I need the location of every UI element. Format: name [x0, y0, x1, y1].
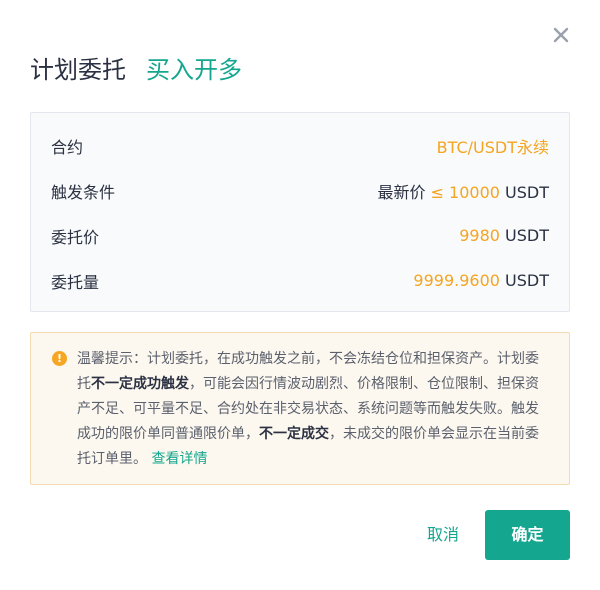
warning-icon: ! [52, 351, 67, 366]
detail-label: 合约 [51, 137, 84, 157]
detail-value: 最新价 ≤ 10000 USDT [377, 179, 549, 203]
notice-bold-1: 不一定成功触发 [91, 376, 189, 392]
dialog-header: 计划委托 买入开多 [30, 50, 242, 85]
detail-value-part: USDT [499, 226, 549, 245]
detail-label: 触发条件 [51, 182, 116, 202]
detail-value-part: BTC/USDT永续 [436, 137, 549, 157]
detail-value-part: 9980 [459, 226, 500, 245]
cancel-button[interactable]: 取消 [410, 514, 476, 556]
notice-box: ! 温馨提示：计划委托，在成功触发之前，不会冻结仓位和担保资产。计划委托不一定成… [30, 332, 570, 485]
plan-order-dialog: 计划委托 买入开多 合约 BTC/USDT永续触发条件 最新价 ≤ 10000 US… [0, 0, 600, 590]
detail-value-part: USDT [499, 182, 549, 202]
detail-value-part: ≤ 10000 [430, 182, 500, 202]
order-direction: 买入开多 [146, 56, 242, 84]
detail-value-part: 9999.9600 [413, 271, 500, 290]
detail-value: 9999.9600 USDT [413, 271, 549, 290]
detail-value-part: 最新价 [377, 182, 431, 202]
detail-row: 触发条件 最新价 ≤ 10000 USDT [51, 168, 549, 213]
detail-value-part: USDT [499, 271, 549, 290]
view-details-link[interactable]: 查看详情 [151, 451, 207, 467]
confirm-button[interactable]: 确定 [485, 510, 570, 560]
detail-row: 委托量 9999.9600 USDT [51, 258, 549, 303]
detail-label: 委托量 [51, 272, 100, 292]
detail-value: 9980 USDT [459, 226, 549, 245]
order-details: 合约 BTC/USDT永续触发条件 最新价 ≤ 10000 USDT 委托价 9980 … [30, 112, 570, 312]
dialog-title: 计划委托 [30, 56, 126, 84]
detail-label: 委托价 [51, 227, 100, 247]
detail-value: BTC/USDT永续 [437, 134, 549, 158]
notice-bold-2: 不一定成交 [259, 426, 329, 442]
close-icon[interactable] [546, 20, 576, 50]
detail-row: 合约 BTC/USDT永续 [51, 123, 549, 168]
detail-row: 委托价 9980 USDT [51, 213, 549, 258]
